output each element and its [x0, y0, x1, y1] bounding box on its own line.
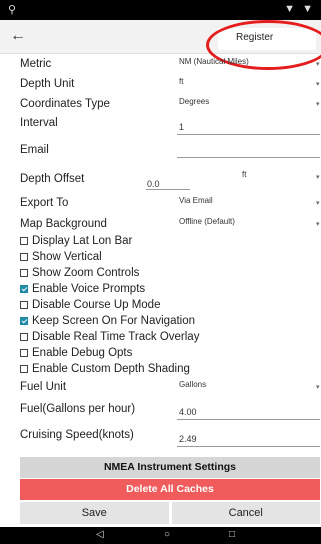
checkbox-box[interactable] [20, 269, 28, 277]
fuel-unit-dropdown-icon: ▾ [316, 384, 320, 391]
checkbox-box[interactable] [20, 333, 28, 341]
cruising-speed-underline [177, 446, 320, 447]
delete-all-caches-button[interactable]: Delete All Caches [20, 479, 320, 500]
coordinates-type-row: Coordinates Type Degrees ▾ [0, 97, 321, 111]
fuel-unit-label: Fuel Unit [20, 381, 67, 393]
email-row: Email [0, 143, 321, 159]
cruising-speed-field[interactable]: 2.49 [179, 434, 197, 444]
checkbox-label: Show Vertical [32, 251, 102, 263]
depth-unit-label: Depth Unit [20, 78, 75, 90]
checkbox-box-checked[interactable] [20, 285, 28, 293]
checkbox-disable-course-up-mode[interactable]: Disable Course Up Mode [20, 299, 160, 311]
depth-offset-underline [146, 189, 190, 190]
depth-offset-row: Depth Offset 0.0 ft ▾ [0, 170, 321, 190]
checkbox-label: Display Lat Lon Bar [32, 235, 133, 247]
nmea-instrument-settings-button[interactable]: NMEA Instrument Settings [20, 457, 320, 478]
bottom-button-bar: Save Cancel [20, 502, 320, 524]
export-to-row: Export To Via Email ▾ [0, 196, 321, 210]
checkbox-label: Disable Course Up Mode [32, 299, 161, 311]
checkbox-disable-real-time-track-overlay[interactable]: Disable Real Time Track Overlay [20, 331, 199, 343]
map-background-dropdown-icon: ▾ [316, 221, 320, 228]
checkbox-keep-screen-on[interactable]: Keep Screen On For Navigation [20, 315, 195, 327]
export-to-spinner[interactable]: Via Email [179, 196, 213, 205]
checkbox-show-zoom-controls[interactable]: Show Zoom Controls [20, 267, 139, 279]
fuel-rate-field[interactable]: 4.00 [179, 407, 197, 417]
checkbox-label: Enable Voice Prompts [32, 283, 146, 295]
checkbox-label: Show Zoom Controls [32, 267, 140, 279]
checkbox-box[interactable] [20, 301, 28, 309]
depth-offset-field[interactable]: 0.0 [147, 179, 160, 189]
depth-unit-row: Depth Unit ft ▾ [0, 77, 321, 91]
depth-offset-label: Depth Offset [20, 173, 85, 185]
depth-offset-unit-spinner[interactable]: ft [242, 170, 246, 179]
nav-back-icon[interactable]: ◁ [96, 529, 104, 540]
checkbox-box[interactable] [20, 253, 28, 261]
save-button[interactable]: Save [20, 502, 169, 524]
checkbox-box[interactable] [20, 349, 28, 357]
metric-label: Metric [20, 58, 52, 70]
export-to-label: Export To [20, 197, 69, 209]
nav-recents-icon[interactable]: □ [229, 529, 235, 540]
fuel-rate-row: Fuel(Gallons per hour) 4.00 [0, 401, 321, 421]
back-arrow-icon[interactable]: ← [10, 27, 26, 45]
metric-dropdown-icon: ▾ [316, 61, 320, 68]
map-background-row: Map Background Offline (Default) ▾ [0, 217, 321, 231]
nav-home-icon[interactable]: ○ [164, 529, 170, 540]
fuel-unit-spinner[interactable]: Gallons [179, 380, 206, 389]
cancel-button[interactable]: Cancel [171, 502, 320, 524]
map-background-spinner[interactable]: Offline (Default) [179, 217, 235, 226]
metric-row: Metric NM (Nautical Miles) ▾ [0, 57, 321, 71]
system-nav-bar: ◁ ○ □ [0, 527, 321, 544]
checkbox-enable-custom-depth-shading[interactable]: Enable Custom Depth Shading [20, 363, 190, 375]
cruising-speed-label: Cruising Speed(knots) [20, 429, 134, 441]
export-to-dropdown-icon: ▾ [316, 200, 320, 207]
checkbox-enable-debug-opts[interactable]: Enable Debug Opts [20, 347, 132, 359]
coordinates-type-spinner[interactable]: Degrees [179, 97, 209, 106]
coordinates-type-dropdown-icon: ▾ [316, 101, 320, 108]
status-icons: ▼ ▼ [284, 3, 315, 15]
email-label: Email [20, 144, 49, 156]
fuel-unit-row: Fuel Unit Gallons ▾ [0, 380, 321, 394]
email-underline [177, 157, 320, 158]
status-bar: ⚲ ▼ ▼ [0, 0, 321, 20]
coordinates-type-label: Coordinates Type [20, 98, 110, 110]
cruising-speed-row: Cruising Speed(knots) 2.49 [0, 427, 321, 447]
depth-offset-dropdown-icon: ▾ [316, 174, 320, 181]
depth-unit-dropdown-icon: ▾ [316, 81, 320, 88]
checkbox-show-vertical[interactable]: Show Vertical [20, 251, 102, 263]
fuel-rate-label: Fuel(Gallons per hour) [20, 403, 136, 415]
checkbox-label: Enable Debug Opts [32, 347, 133, 359]
checkbox-label: Keep Screen On For Navigation [32, 315, 196, 327]
checkbox-label: Disable Real Time Track Overlay [32, 331, 200, 343]
fuel-rate-underline [177, 419, 320, 420]
checkbox-box[interactable] [20, 237, 28, 245]
checkbox-label: Enable Custom Depth Shading [32, 363, 190, 375]
depth-unit-spinner[interactable]: ft [179, 77, 183, 86]
interval-field[interactable]: 1 [179, 122, 184, 132]
map-background-label: Map Background [20, 218, 107, 230]
interval-label: Interval [20, 117, 58, 129]
checkbox-display-lat-lon-bar[interactable]: Display Lat Lon Bar [20, 235, 132, 247]
checkbox-box-checked[interactable] [20, 317, 28, 325]
interval-row: Interval 1 [0, 116, 321, 136]
signal-icon: ⚲ [8, 4, 17, 16]
interval-underline [177, 134, 320, 135]
metric-spinner[interactable]: NM (Nautical Miles) [179, 57, 249, 66]
checkbox-box[interactable] [20, 365, 28, 373]
checkbox-enable-voice-prompts[interactable]: Enable Voice Prompts [20, 283, 145, 295]
